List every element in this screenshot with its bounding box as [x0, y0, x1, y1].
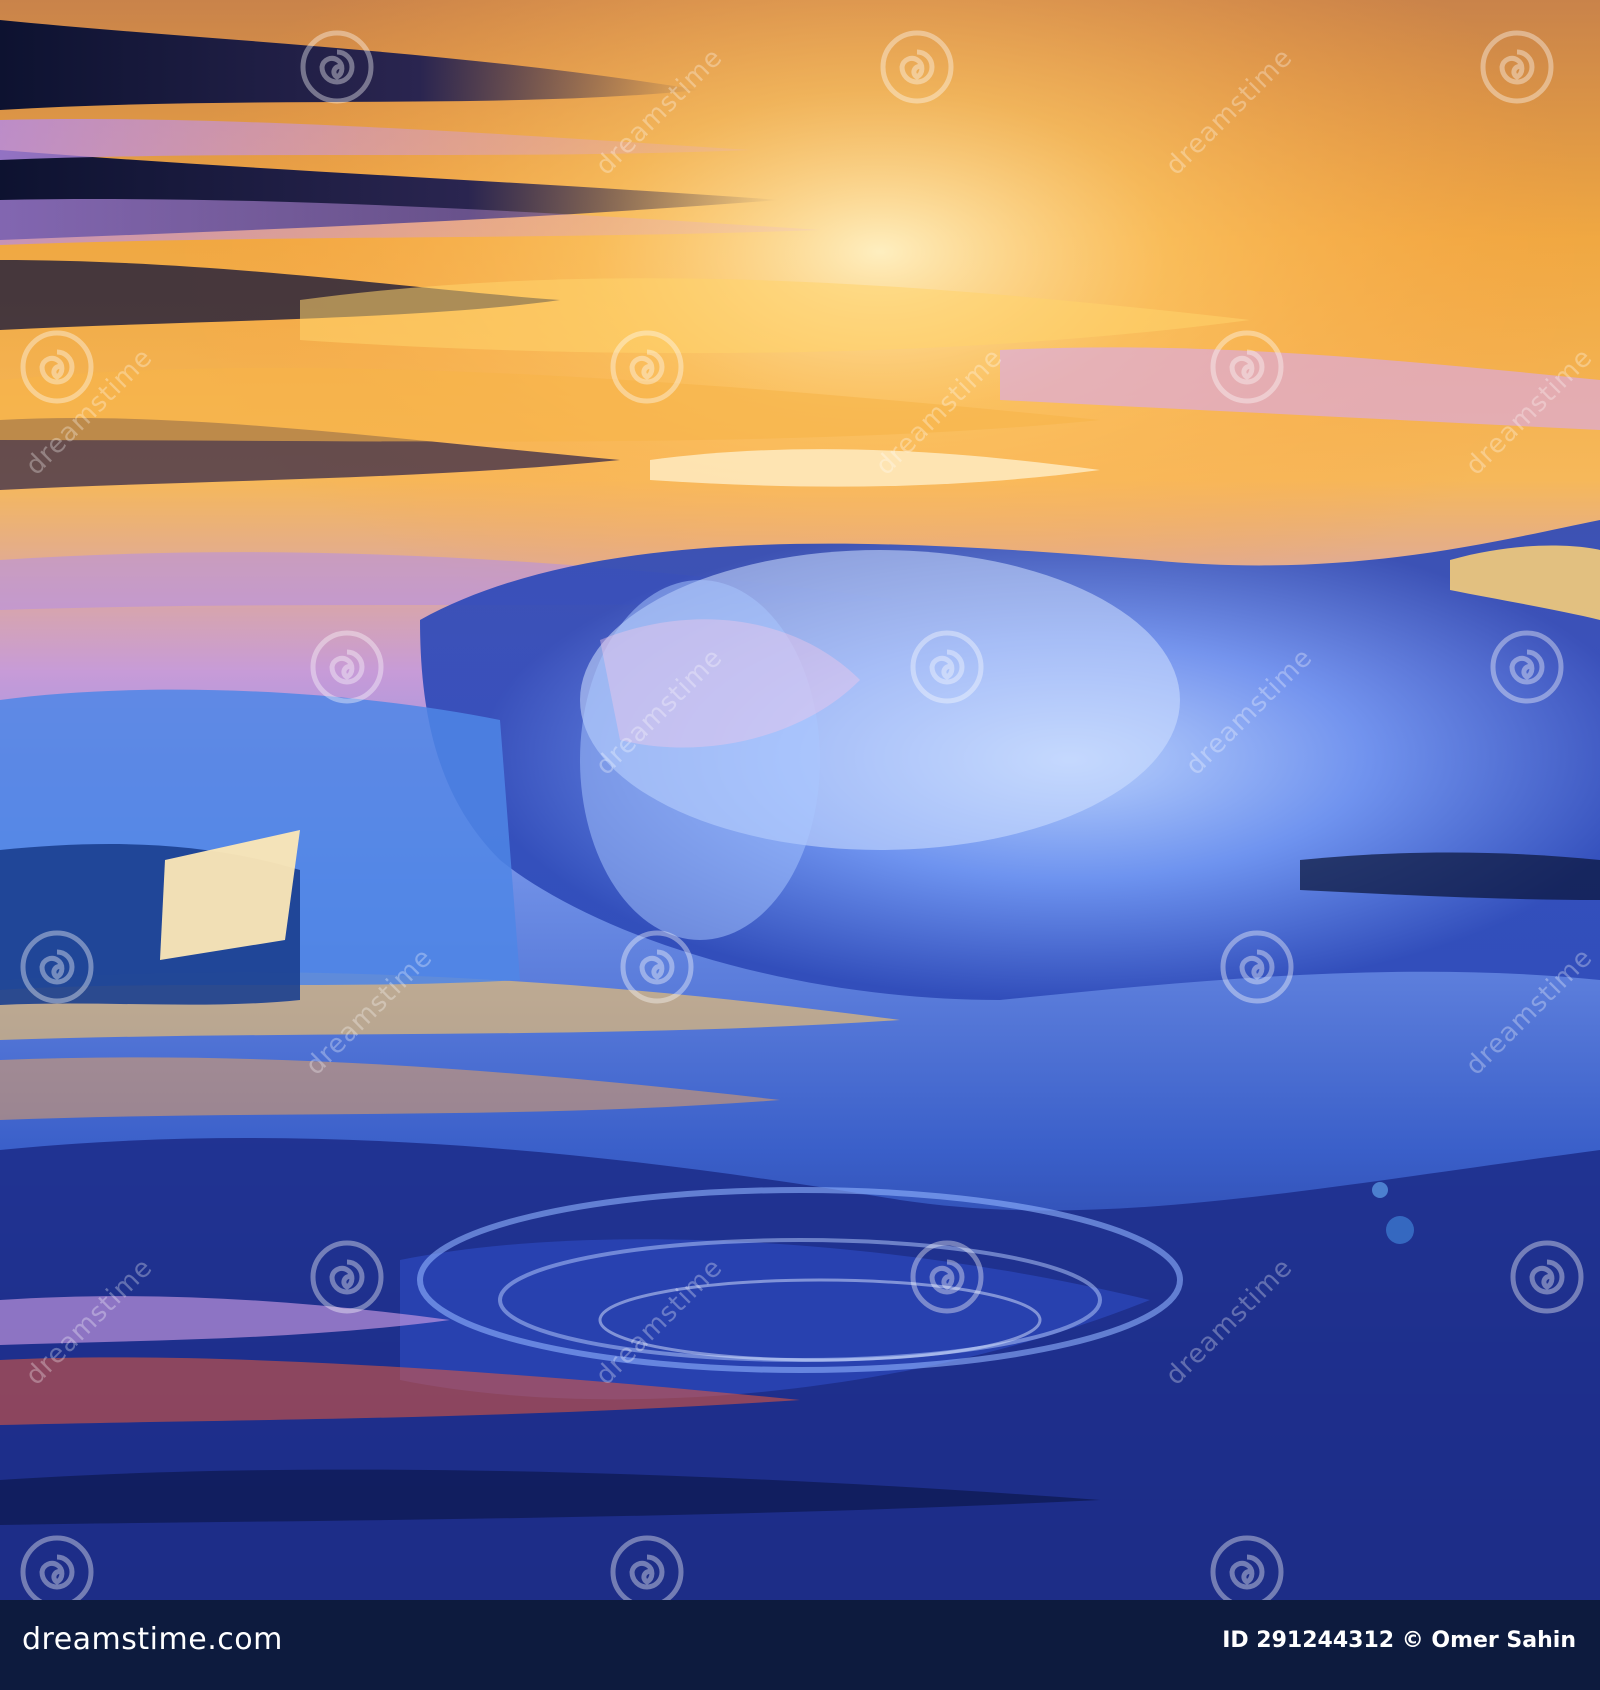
- image-credit: ID 291244312 © Omer Sahin: [1222, 1628, 1576, 1653]
- stock-image-page: dreamstime dreamstime dreamstime dreamst…: [0, 0, 1600, 1690]
- abstract-water-artwork: [0, 0, 1600, 1600]
- brand-link[interactable]: dreamstime.com: [22, 1622, 283, 1657]
- footer-bar: dreamstime.com ID 291244312 © Omer Sahin: [0, 1600, 1600, 1690]
